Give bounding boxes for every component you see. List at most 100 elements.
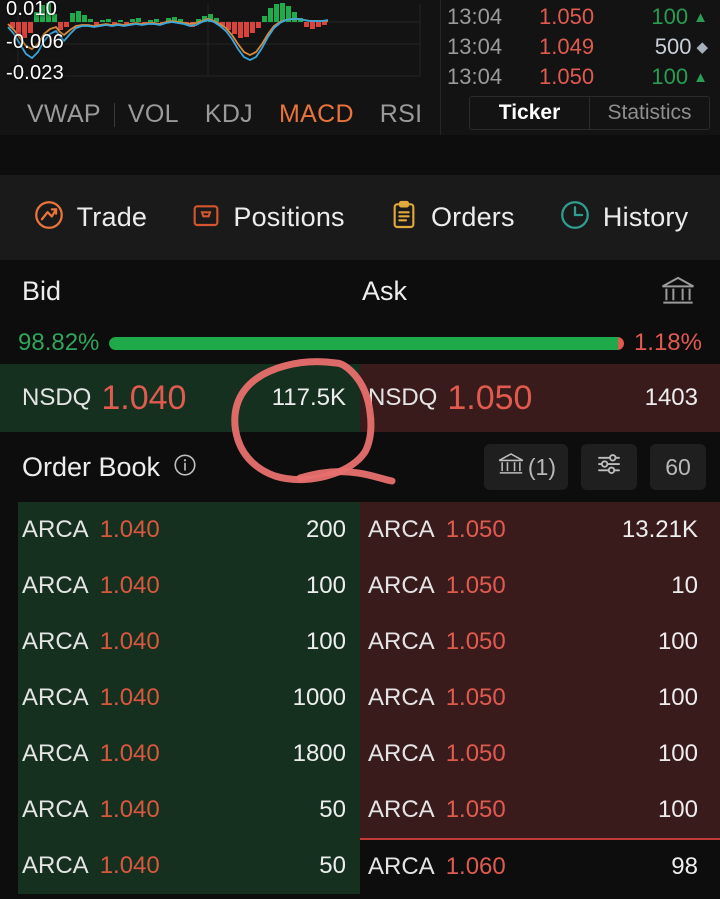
ask-header-label: Ask bbox=[362, 275, 408, 306]
ticker-price: 1.049 bbox=[539, 34, 595, 59]
order-book-ask-cell[interactable]: ARCA 1.060 98 bbox=[360, 838, 720, 894]
ask-mm: ARCA bbox=[368, 628, 435, 655]
bid-mm: ARCA bbox=[22, 852, 89, 879]
indicator-tab-macd[interactable]: MACD bbox=[266, 100, 367, 129]
order-book-row[interactable]: ARCA 1.040 50 ARCA 1.050 100 bbox=[0, 782, 720, 838]
ask-ratio-pct: 1.18% bbox=[633, 329, 702, 356]
ticker-size: 500 bbox=[654, 34, 692, 59]
macd-axis-label-bottom: -0.023 bbox=[6, 62, 64, 84]
best-quote-row: NSDQ 1.040 117.5K NSDQ 1.050 1403 bbox=[0, 364, 720, 432]
bid-price: 1.040 bbox=[99, 684, 160, 711]
order-book-bid-cell[interactable]: ARCA 1.040 1000 bbox=[0, 670, 360, 726]
depth-rows-button[interactable]: 60 bbox=[650, 444, 706, 490]
order-book-bid-cell[interactable]: ARCA 1.040 50 bbox=[0, 838, 360, 894]
bid-mm: ARCA bbox=[22, 628, 89, 655]
ask-price: 1.050 bbox=[445, 684, 506, 711]
ticker-size: 100 bbox=[651, 4, 689, 29]
ask-price: 1.050 bbox=[445, 572, 506, 599]
indicator-tab-rsi[interactable]: RSI bbox=[367, 100, 436, 129]
ticker-row[interactable]: 13:04 1.049 500 ◆ bbox=[441, 32, 720, 62]
order-book-body[interactable]: ARCA 1.040 200 ARCA 1.050 13.21K ARCA 1.… bbox=[0, 502, 720, 894]
order-book-bid-cell[interactable]: ARCA 1.040 100 bbox=[0, 614, 360, 670]
bid-mm: ARCA bbox=[22, 516, 89, 543]
order-book-bid-cell[interactable]: ARCA 1.040 50 bbox=[0, 782, 360, 838]
best-ask-size: 1403 bbox=[644, 384, 698, 411]
nav-item-positions[interactable]: Positions bbox=[190, 199, 345, 236]
main-nav: Trade Positions Orders History bbox=[0, 175, 720, 260]
bid-price: 1.040 bbox=[99, 852, 160, 879]
best-bid-price: 1.040 bbox=[101, 378, 187, 417]
ticker-time: 13:04 bbox=[447, 4, 503, 29]
clock-icon bbox=[558, 198, 592, 237]
ask-price: 1.050 bbox=[445, 516, 506, 543]
ask-price: 1.060 bbox=[445, 853, 506, 880]
best-bid-cell[interactable]: NSDQ 1.040 117.5K bbox=[0, 364, 360, 432]
ticker-time: 13:04 bbox=[447, 34, 503, 59]
trade-icon bbox=[32, 198, 66, 237]
order-book-controls: (1) 60 bbox=[483, 444, 706, 490]
tab-ticker[interactable]: Ticker bbox=[470, 97, 589, 129]
bid-size: 1000 bbox=[292, 684, 346, 711]
order-book-ask-cell[interactable]: ARCA 1.050 100 bbox=[360, 726, 720, 782]
indicator-tab-vwap[interactable]: VWAP bbox=[14, 100, 114, 129]
nav-label-orders: Orders bbox=[430, 202, 515, 232]
ticker-price: 1.050 bbox=[539, 4, 595, 29]
bid-price: 1.040 bbox=[99, 572, 160, 599]
order-book-ask-cell[interactable]: ARCA 1.050 100 bbox=[360, 614, 720, 670]
ticker-row[interactable]: 13:04 1.050 100 ▲ bbox=[441, 62, 720, 92]
macd-axis-label-top: 0.010 bbox=[6, 0, 58, 20]
info-icon[interactable] bbox=[172, 452, 198, 483]
macd-chart-pane[interactable]: 0.010 -0.006 -0.023 VWAP VOL KDJ MACD RS… bbox=[0, 0, 440, 135]
order-book-title: Order Book bbox=[22, 451, 161, 482]
bid-price: 1.040 bbox=[99, 740, 160, 767]
bid-price: 1.040 bbox=[99, 796, 160, 823]
order-book-row[interactable]: ARCA 1.040 100 ARCA 1.050 100 bbox=[0, 614, 720, 670]
bid-size: 1800 bbox=[292, 740, 346, 767]
ticker-tab-group: Ticker Statistics bbox=[469, 96, 710, 130]
nav-item-history[interactable]: History bbox=[558, 198, 688, 237]
order-book-left-gutter bbox=[0, 502, 18, 894]
order-book-bid-cell[interactable]: ARCA 1.040 200 bbox=[0, 502, 360, 558]
best-bid-size: 117.5K bbox=[271, 384, 346, 411]
bid-ask-header: Bid Ask bbox=[0, 260, 720, 322]
ask-mm: ARCA bbox=[368, 796, 435, 823]
nav-label-trade: Trade bbox=[76, 202, 148, 232]
ask-price: 1.050 bbox=[445, 628, 506, 655]
indicator-tab-vol[interactable]: VOL bbox=[115, 100, 192, 129]
ask-mm: ARCA bbox=[368, 572, 435, 599]
order-book-bid-cell[interactable]: ARCA 1.040 100 bbox=[0, 558, 360, 614]
order-book-ask-cell[interactable]: ARCA 1.050 100 bbox=[360, 670, 720, 726]
order-book-header: Order Book (1) 60 bbox=[0, 432, 720, 502]
indicator-tabs: VWAP VOL KDJ MACD RSI bbox=[0, 100, 440, 129]
best-ask-cell[interactable]: NSDQ 1.050 1403 bbox=[360, 364, 720, 432]
order-book-row[interactable]: ARCA 1.040 1800 ARCA 1.050 100 bbox=[0, 726, 720, 782]
order-book-row[interactable]: ARCA 1.040 200 ARCA 1.050 13.21K bbox=[0, 502, 720, 558]
order-book-ask-cell[interactable]: ARCA 1.050 13.21K bbox=[360, 502, 720, 558]
bank-icon bbox=[496, 451, 526, 483]
order-book-ask-cell[interactable]: ARCA 1.050 10 bbox=[360, 558, 720, 614]
settings-button[interactable] bbox=[581, 444, 637, 490]
tab-statistics[interactable]: Statistics bbox=[589, 97, 709, 129]
venue-filter-button[interactable]: (1) bbox=[483, 444, 568, 490]
indicator-tab-kdj[interactable]: KDJ bbox=[192, 100, 266, 129]
nav-item-orders[interactable]: Orders bbox=[388, 199, 515, 236]
nav-label-positions: Positions bbox=[233, 202, 345, 232]
ticker-up-arrow-icon: ▲ bbox=[693, 8, 708, 26]
depth-rows-label: 60 bbox=[665, 453, 691, 480]
ask-mm: ARCA bbox=[368, 516, 435, 543]
order-book-bid-cell[interactable]: ARCA 1.040 1800 bbox=[0, 726, 360, 782]
nav-item-trade[interactable]: Trade bbox=[32, 198, 148, 237]
order-book-row[interactable]: ARCA 1.040 50 ARCA 1.060 98 bbox=[0, 838, 720, 894]
ticker-row[interactable]: 13:04 1.050 100 ▲ bbox=[441, 2, 720, 32]
order-book-row[interactable]: ARCA 1.040 1000 ARCA 1.050 100 bbox=[0, 670, 720, 726]
bid-size: 100 bbox=[305, 572, 346, 599]
bid-ratio-pct: 98.82% bbox=[18, 329, 100, 356]
clipboard-icon bbox=[388, 199, 420, 236]
ask-size: 100 bbox=[657, 796, 698, 823]
bid-price: 1.040 bbox=[99, 516, 160, 543]
order-book-row[interactable]: ARCA 1.040 100 ARCA 1.050 10 bbox=[0, 558, 720, 614]
bid-price: 1.040 bbox=[99, 628, 160, 655]
order-book-ask-cell[interactable]: ARCA 1.050 100 bbox=[360, 782, 720, 838]
bank-icon[interactable] bbox=[658, 274, 698, 313]
macd-axis-label-mid: -0.006 bbox=[6, 31, 64, 53]
